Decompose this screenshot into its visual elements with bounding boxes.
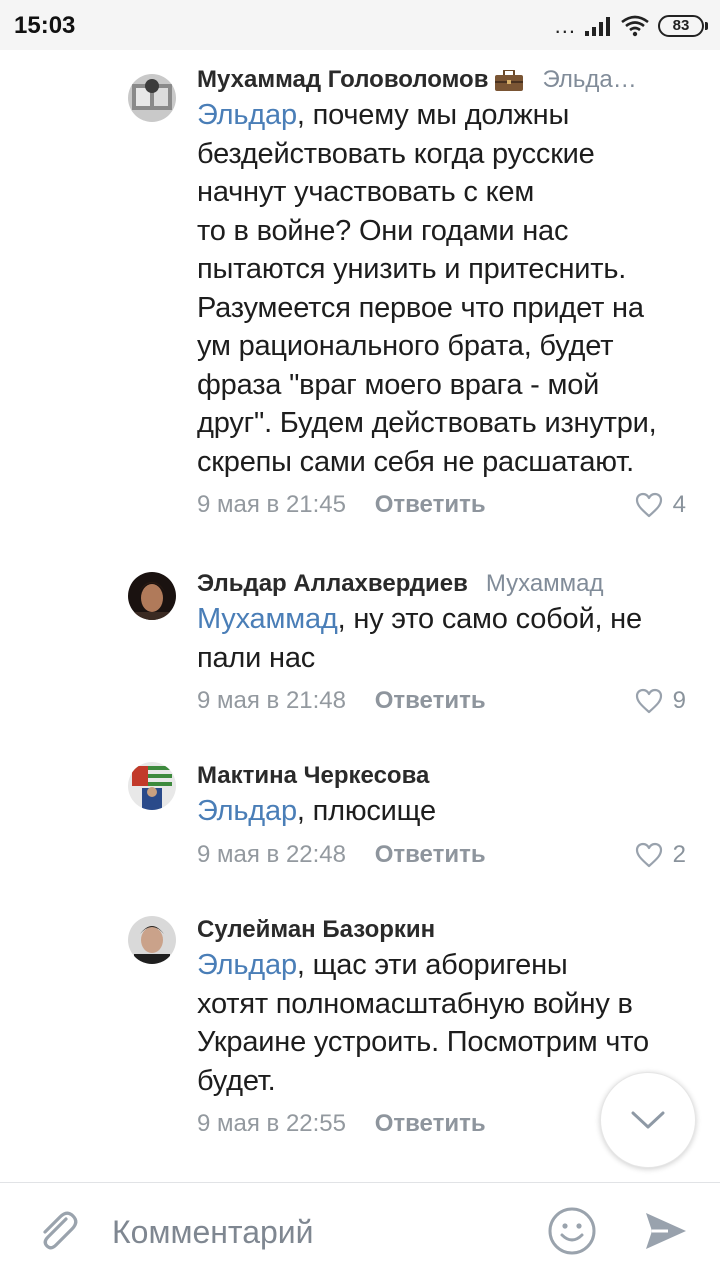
heart-icon bbox=[635, 688, 662, 714]
comment-text: Эльдар, почему мы должны бездействовать … bbox=[197, 96, 686, 481]
comment-meta: 9 мая в 22:48 Ответить 2 bbox=[197, 835, 686, 875]
comment-date: 9 мая в 21:48 bbox=[197, 687, 347, 714]
text-line: Украине устроить. Посмотрим что bbox=[197, 1026, 649, 1058]
text-line: то в войне? Они годами нас bbox=[197, 214, 569, 247]
text-line: фраза "враг моего врага - мой bbox=[197, 368, 600, 401]
emoji-button[interactable] bbox=[546, 1205, 598, 1257]
text-line: , ну это само собой, не bbox=[337, 603, 642, 635]
smile-icon bbox=[548, 1207, 596, 1255]
text-line: ум рационального брата, будет bbox=[197, 330, 614, 362]
status-bar: 15:03 ... 83 bbox=[0, 0, 720, 50]
text-line: , щас эти аборигены bbox=[296, 949, 568, 981]
signal-dots: ... bbox=[554, 13, 576, 38]
text-line: , почему мы должны bbox=[296, 99, 570, 131]
like-button[interactable]: 9 bbox=[635, 681, 686, 721]
author-name[interactable]: Сулейман Базоркин bbox=[197, 914, 435, 946]
text-line: хотят полномасштабную войну в bbox=[197, 987, 633, 1020]
comment-body: Мухаммад Головоломов Эльда… Эльдар, поче… bbox=[197, 64, 686, 525]
text-line: бездействовать когда русские bbox=[197, 137, 595, 170]
comment-date: 9 мая в 21:45 bbox=[197, 491, 347, 518]
comment-body: Эльдар Аллахвердиев Мухаммад Мухаммад, н… bbox=[197, 568, 686, 721]
send-icon bbox=[646, 1213, 686, 1249]
text-line: будет. bbox=[197, 1064, 276, 1097]
scroll-down-button[interactable] bbox=[600, 1072, 696, 1168]
reply-button[interactable]: Ответить bbox=[375, 485, 486, 525]
like-button[interactable]: 4 bbox=[635, 485, 686, 525]
comment-text: Мухаммад, ну это само собой, не пали нас bbox=[197, 600, 686, 677]
text-line: начнут участвовать с кем bbox=[197, 176, 535, 208]
comment-body: Мактина Черкесова Эльдар, плюсище 9 мая … bbox=[197, 760, 686, 875]
author-name[interactable]: Эльдар Аллахвердиев bbox=[197, 568, 468, 600]
wifi-icon bbox=[621, 15, 649, 37]
comment-text: Эльдар, щас эти аборигены хотят полномас… bbox=[197, 946, 686, 1100]
battery-indicator: 83 bbox=[658, 15, 708, 37]
reply-to-name[interactable]: Эльда… bbox=[542, 64, 636, 96]
avatar[interactable] bbox=[128, 572, 176, 620]
avatar[interactable] bbox=[128, 74, 176, 122]
reply-button[interactable]: Ответить bbox=[375, 681, 486, 721]
reply-to-name[interactable]: Мухаммад bbox=[486, 568, 604, 600]
text-line: , плюсище bbox=[296, 795, 436, 827]
heart-icon bbox=[635, 842, 662, 867]
comment-input[interactable] bbox=[112, 1209, 532, 1255]
comment-header: Мактина Черкесова bbox=[197, 760, 686, 792]
author-name[interactable]: Мактина Черкесова bbox=[197, 760, 429, 792]
comment-meta: 9 мая в 21:45 Ответить 4 bbox=[197, 485, 686, 525]
attach-button[interactable] bbox=[32, 1205, 84, 1257]
comment-header: Мухаммад Головоломов Эльда… bbox=[197, 64, 686, 96]
like-button[interactable]: 2 bbox=[635, 835, 686, 875]
like-count: 9 bbox=[672, 687, 686, 714]
avatar-image bbox=[128, 916, 176, 964]
avatar[interactable] bbox=[128, 916, 176, 964]
heart-icon bbox=[635, 492, 662, 518]
comments-list[interactable]: Мухаммад Головоломов Эльда… Эльдар, поче… bbox=[0, 50, 720, 1180]
reply-button[interactable]: Ответить bbox=[375, 835, 486, 875]
comment-text: Эльдар, плюсище bbox=[197, 792, 686, 831]
text-line: скрепы сами себя не расшатают. bbox=[197, 445, 634, 478]
paperclip-icon bbox=[43, 1211, 78, 1250]
reply-button[interactable]: Ответить bbox=[375, 1104, 486, 1144]
mention-link[interactable]: Эльдар bbox=[197, 795, 297, 827]
author-name[interactable]: Мухаммад Головоломов bbox=[197, 64, 488, 96]
text-line: пали нас bbox=[197, 641, 316, 674]
text-line: Разумеется первое что придет на bbox=[197, 291, 644, 324]
mention-link[interactable]: Мухаммад bbox=[197, 603, 338, 635]
avatar-image bbox=[128, 762, 176, 810]
cellular-signal-icon bbox=[585, 17, 610, 36]
comment-composer bbox=[0, 1182, 720, 1280]
mention-link[interactable]: Эльдар bbox=[197, 99, 297, 131]
avatar-image bbox=[128, 74, 176, 122]
comment-date: 9 мая в 22:48 bbox=[197, 840, 347, 868]
comment-meta: 9 мая в 21:48 Ответить 9 bbox=[197, 681, 686, 721]
chevron-down-icon bbox=[631, 1111, 665, 1129]
text-line: пытаются унизить и притеснить. bbox=[197, 253, 627, 285]
text-line: друг". Будем действовать изнутри, bbox=[197, 407, 657, 439]
comment-date: 9 мая в 22:55 bbox=[197, 1110, 347, 1137]
send-button[interactable] bbox=[640, 1205, 692, 1257]
avatar-image bbox=[128, 572, 176, 620]
mention-link[interactable]: Эльдар bbox=[197, 949, 297, 981]
comment-header: Сулейман Базоркин bbox=[197, 914, 686, 946]
like-count: 4 bbox=[672, 491, 686, 518]
like-count: 2 bbox=[672, 840, 686, 868]
avatar[interactable] bbox=[128, 762, 176, 810]
status-icons: ... 83 bbox=[554, 12, 708, 40]
briefcase-icon bbox=[494, 69, 524, 91]
comment-header: Эльдар Аллахвердиев Мухаммад bbox=[197, 568, 686, 600]
status-time: 15:03 bbox=[14, 12, 76, 39]
